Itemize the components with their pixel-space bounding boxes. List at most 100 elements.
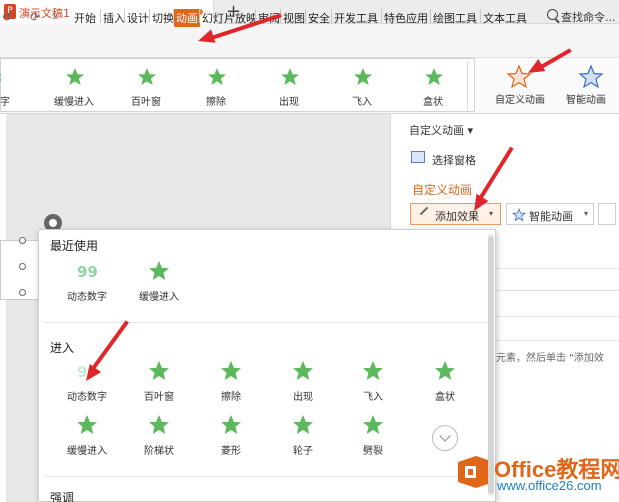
- custom-animation-label: 自定义动画: [495, 95, 545, 106]
- effect-label: 缓慢进入: [139, 292, 179, 303]
- remove-effect-button[interactable]: [598, 203, 616, 225]
- effect-label: 盒状: [435, 392, 455, 403]
- effect-item[interactable]: 菱形: [196, 414, 266, 460]
- star-icon: [363, 361, 383, 380]
- panel-hint-text: 个元素，然后单击 "添加效: [486, 353, 604, 364]
- tab-home[interactable]: 开始: [72, 9, 98, 27]
- gallery-item-label: 擦除: [206, 97, 226, 108]
- gallery-item[interactable]: 飞入: [327, 59, 397, 111]
- star-icon: [425, 68, 443, 85]
- office-logo-icon: [458, 456, 488, 488]
- star-icon: [149, 415, 169, 434]
- gallery-item-label: 盒状: [423, 97, 443, 108]
- enter-section-title: 进入: [50, 341, 75, 355]
- effect-label: 动态数字: [67, 292, 107, 303]
- emphasis-section-title: 强调: [50, 491, 75, 502]
- panel-title[interactable]: 自定义动画 ▾: [409, 122, 473, 138]
- gallery-item[interactable]: 出现: [254, 59, 324, 111]
- star-icon: [221, 361, 241, 380]
- digit-anim-icon: 99: [77, 263, 98, 281]
- pencil-icon: [419, 206, 429, 216]
- menu-divider: [44, 476, 486, 477]
- gallery-item[interactable]: 盒状: [398, 59, 468, 111]
- smart-star-icon: [578, 64, 604, 89]
- effect-label: 擦除: [221, 392, 241, 403]
- star-icon: [138, 68, 156, 85]
- star-icon: [435, 361, 455, 380]
- gallery-item-label: 飞入: [352, 97, 372, 108]
- resize-handle[interactable]: [19, 263, 26, 270]
- svg-text:99: 99: [77, 263, 98, 281]
- gallery-item[interactable]: 3 数字: [0, 59, 35, 111]
- effect-label: 百叶窗: [144, 392, 174, 403]
- tab-security[interactable]: 安全: [306, 9, 332, 27]
- gallery-item-label: 百叶窗: [131, 97, 161, 108]
- menu-bar: [0, 24, 619, 58]
- recent-section-title: 最近使用: [50, 239, 99, 253]
- effect-label: 阶梯状: [144, 446, 174, 457]
- effect-label: 飞入: [363, 392, 383, 403]
- star-icon: [293, 361, 313, 380]
- menu-divider: [44, 322, 486, 323]
- smart-star-icon: [512, 208, 526, 222]
- tab-design[interactable]: 设计: [125, 9, 151, 27]
- effect-item[interactable]: 缓慢进入: [52, 414, 122, 460]
- gallery-scrollbar[interactable]: [467, 61, 475, 111]
- selection-pane-link[interactable]: 选择窗格: [432, 152, 476, 168]
- effect-item[interactable]: 飞入: [338, 360, 408, 406]
- panel-divider: [488, 316, 619, 317]
- panel-divider: [488, 268, 619, 269]
- animation-gallery: 3 数字 缓慢进入 百叶窗 擦除 出现 飞入 盒状: [0, 58, 475, 112]
- gallery-item[interactable]: 百叶窗: [111, 59, 181, 111]
- resize-handle[interactable]: [19, 289, 26, 296]
- effect-item[interactable]: 盒状: [410, 360, 480, 406]
- panel-divider: [488, 290, 619, 291]
- document-title[interactable]: 演示文稿1: [19, 5, 70, 21]
- resize-handle[interactable]: [19, 237, 26, 244]
- star-icon: [66, 68, 84, 85]
- search-icon[interactable]: [547, 9, 558, 20]
- effect-item[interactable]: 阶梯状: [124, 414, 194, 460]
- add-effect-button[interactable]: 添加效果 ▾: [410, 203, 501, 225]
- gallery-item[interactable]: 缓慢进入: [39, 59, 109, 111]
- effect-item[interactable]: 缓慢进入: [124, 260, 194, 306]
- tab-features[interactable]: 特色应用: [382, 9, 430, 27]
- star-icon: [149, 361, 169, 380]
- effect-item[interactable]: 百叶窗: [124, 360, 194, 406]
- chevron-down-icon: ▾: [584, 209, 589, 218]
- watermark-url: www.office26.com: [497, 478, 602, 493]
- more-effects-button[interactable]: [432, 425, 458, 451]
- effect-item[interactable]: 轮子: [268, 414, 338, 460]
- effect-label: 出现: [293, 392, 313, 403]
- svg-text:3: 3: [0, 69, 3, 87]
- quick-access-dropdown-icon[interactable]: ⩡: [52, 10, 59, 25]
- effect-label: 劈裂: [363, 446, 383, 457]
- tab-drawing-tools[interactable]: 绘图工具: [431, 9, 479, 27]
- smart-animation-button[interactable]: 智能动画: [558, 58, 619, 112]
- tab-view[interactable]: 视图: [281, 9, 307, 27]
- star-icon: [363, 415, 383, 434]
- redo-icon[interactable]: ⟳: [30, 10, 40, 24]
- selection-pane-icon: [411, 151, 425, 163]
- chevron-down-icon: ▾: [489, 209, 494, 218]
- star-icon: [149, 261, 169, 280]
- undo-icon[interactable]: ↺: [2, 10, 12, 24]
- tab-animation[interactable]: 动画: [174, 9, 200, 27]
- tab-text-tools[interactable]: 文本工具: [481, 9, 529, 27]
- gallery-item[interactable]: 擦除: [181, 59, 251, 111]
- effect-item[interactable]: 劈裂: [338, 414, 408, 460]
- gallery-item-label: 数字: [0, 97, 10, 108]
- effect-item[interactable]: 99 动态数字: [52, 260, 122, 306]
- tab-developer[interactable]: 开发工具: [332, 9, 380, 27]
- effect-item[interactable]: 出现: [268, 360, 338, 406]
- section-title: 自定义动画: [412, 183, 473, 197]
- effect-label: 菱形: [221, 446, 241, 457]
- star-icon: [293, 415, 313, 434]
- command-search[interactable]: 查找命令...: [561, 9, 616, 25]
- effect-item[interactable]: 擦除: [196, 360, 266, 406]
- smart-animation-label: 智能动画: [566, 95, 606, 106]
- star-icon: [221, 415, 241, 434]
- chevron-down-icon: [439, 430, 451, 442]
- smart-animation-label: 智能动画: [529, 210, 573, 223]
- smart-animation-dropdown[interactable]: 智能动画 ▾: [506, 203, 594, 225]
